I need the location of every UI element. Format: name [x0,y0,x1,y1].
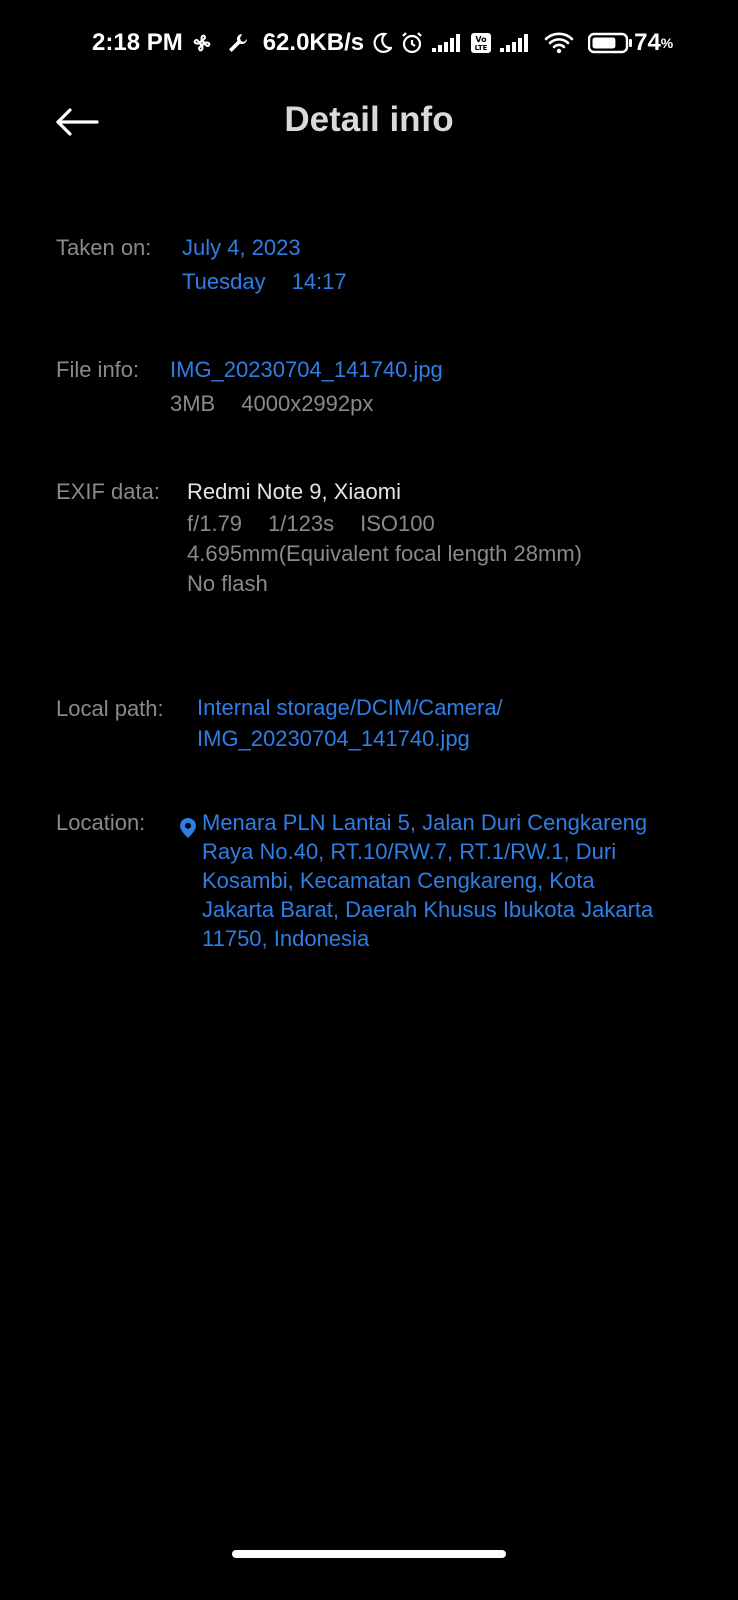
home-indicator[interactable] [232,1550,506,1558]
alarm-icon [400,31,424,55]
taken-on-weekday: Tuesday [182,269,266,294]
wifi-icon [544,32,574,54]
exif-aperture: f/1.79 [187,511,243,536]
file-size: 3MB [170,391,216,416]
page-title: Detail info [284,100,454,139]
file-meta: 3MB 4000x2992px [170,387,443,421]
detail-info-screen: 2:18 PM 62.0KB/s Vo LTE 74% Detail info … [0,0,738,1600]
location-address[interactable]: Menara PLN Lantai 5, Jalan Duri Cengkare… [202,808,657,953]
signal-icon [500,34,530,52]
file-info-values: IMG_20230704_141740.jpg 3MB 4000x2992px [170,353,443,421]
taken-on-date: July 4, 2023 [182,235,301,260]
location-label: Location: [56,810,146,835]
file-info-label: File info: [56,357,140,382]
file-name[interactable]: IMG_20230704_141740.jpg [170,353,443,387]
local-path-line1: Internal storage/DCIM/Camera/ [197,695,503,720]
battery-icon [588,32,634,54]
location-values: Menara PLN Lantai 5, Jalan Duri Cengkare… [180,808,657,953]
battery-percent-value: 74 [634,29,661,56]
exif-focal: 4.695mm(Equivalent focal length 28mm) [187,541,582,566]
exif-shutter: 1/123s [268,511,335,536]
local-path-values[interactable]: Internal storage/DCIM/Camera/ IMG_202307… [197,692,503,754]
location-pin-icon [180,814,196,848]
exif-label: EXIF data: [56,479,160,504]
wrench-icon [227,32,249,54]
header: Detail info [0,92,738,156]
exif-values: Redmi Note 9, Xiaomi f/1.79 1/123s ISO100 … [187,475,582,599]
exif-iso: ISO100 [360,511,435,536]
taken-on-label: Taken on: [56,235,152,260]
exif-flash: No flash [187,571,268,596]
fan-icon [191,32,213,54]
network-speed: 62.0KB/s [262,29,365,56]
signal-icon [432,34,462,52]
local-path-line2: IMG_20230704_141740.jpg [197,726,470,751]
exif-device: Redmi Note 9, Xiaomi [187,479,401,504]
moon-icon [372,32,393,54]
battery-percent-unit: % [660,35,674,51]
status-bar: 2:18 PM 62.0KB/s Vo LTE 74% [92,26,698,60]
exif-exposure: f/1.79 1/123s ISO100 [187,509,582,539]
taken-on-time: 14:17 [291,269,347,294]
status-time: 2:18 PM [92,29,183,56]
volte-icon: Vo LTE [470,32,492,54]
battery-percent: 74% [634,29,673,57]
local-path-label: Local path: [56,696,164,721]
taken-on-daytime: Tuesday 14:17 [182,265,347,299]
file-resolution: 4000x2992px [241,391,374,416]
taken-on-values[interactable]: July 4, 2023 Tuesday 14:17 [182,231,347,299]
svg-text:Vo: Vo [475,35,487,44]
svg-text:LTE: LTE [475,44,488,52]
